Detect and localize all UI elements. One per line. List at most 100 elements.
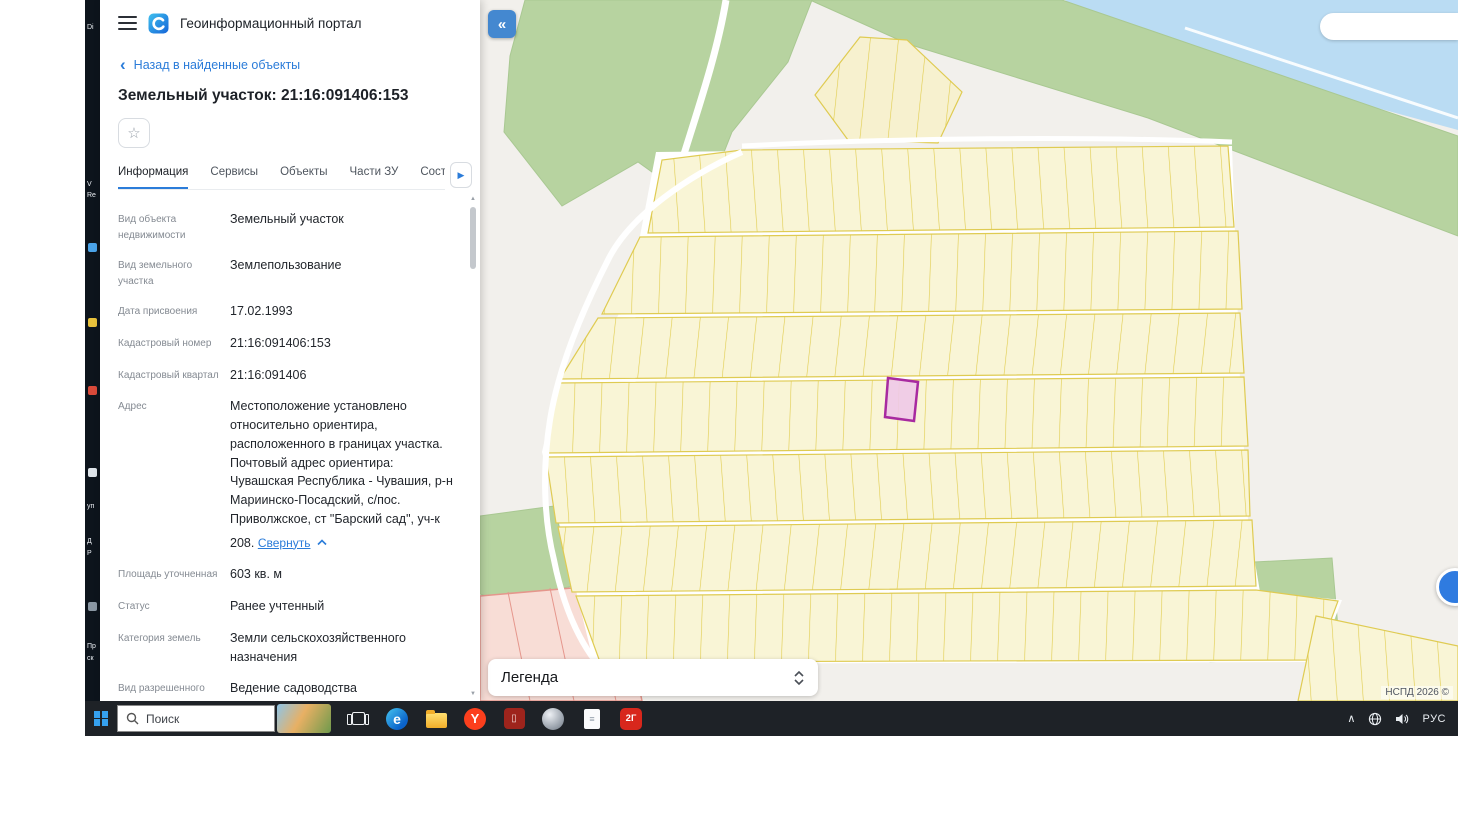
news-widget-thumbnail[interactable]: [277, 704, 331, 733]
tab-composition[interactable]: Состав: [420, 160, 445, 189]
taskbar: Поиск e Y ▯ ≡ 2Г ∧ РУС: [85, 701, 1458, 736]
attribute-label: Вид разрешенного использования: [118, 683, 205, 701]
desktop-edge-strip: Di V Re уп Д Р Пр ск: [85, 0, 100, 701]
attribute-value: 21:16:091406: [230, 367, 307, 382]
map-canvas[interactable]: « Легенда НСПД 2026 ©: [480, 0, 1458, 701]
back-link[interactable]: ‹ Назад в найденные объекты: [120, 55, 480, 75]
attribute-row: Категория земель Земли сельскохозяйствен…: [118, 629, 466, 667]
attribute-label: Категория земель: [118, 632, 201, 644]
tray-chevron-up-icon[interactable]: ∧: [1347, 712, 1355, 725]
attribute-row: Вид объекта недвижимости Земельный участ…: [118, 210, 466, 243]
tab-information[interactable]: Информация: [118, 160, 189, 189]
attribute-row: Адрес Местоположение установлено относит…: [118, 397, 466, 552]
system-tray: ∧ РУС: [1347, 712, 1458, 726]
attribute-label: Дата присвоения: [118, 306, 198, 317]
taskbar-search[interactable]: Поиск: [117, 705, 275, 732]
attribute-row: Статус Ранее учтенный: [118, 597, 466, 616]
tabs-row: Информация Сервисы Объекты Части ЗУ Сост…: [118, 160, 472, 190]
attribute-value: 21:16:091406:153: [230, 335, 331, 350]
tab-services[interactable]: Сервисы: [210, 160, 258, 189]
scrollbar-thumb[interactable]: [470, 207, 476, 269]
selected-parcel[interactable]: [883, 376, 920, 423]
attribute-row: Кадастровый квартал 21:16:091406: [118, 366, 466, 385]
attribute-value: Ранее учтенный: [230, 599, 325, 613]
taskbar-app-icons: e Y ▯ ≡ 2Г: [345, 705, 644, 733]
attribute-row: Вид разрешенного использования Ведение с…: [118, 679, 466, 701]
tab-bar: Информация Сервисы Объекты Части ЗУ Сост…: [118, 160, 445, 190]
panel-scrollbar[interactable]: ▲ ▼: [468, 196, 478, 697]
screen: Di V Re уп Д Р Пр ск Геоинформационный п…: [0, 0, 1458, 820]
task-view-icon[interactable]: [345, 705, 371, 733]
search-icon: [126, 712, 139, 725]
attribute-label: Кадастровый номер: [118, 337, 212, 349]
attribute-value: 603 кв. м: [230, 567, 282, 582]
desktop-label-fragment: Di: [87, 24, 94, 31]
desktop-label-fragment: Пр: [87, 643, 96, 650]
desktop-label-fragment: Д: [87, 538, 92, 545]
chevron-left-icon: ‹: [120, 55, 126, 75]
favorite-star-button[interactable]: ☆: [118, 118, 150, 148]
legend-panel[interactable]: Легенда: [488, 659, 818, 696]
desktop-label-fragment: уп: [87, 503, 95, 510]
attribute-label: Адрес: [118, 401, 147, 413]
legend-expand-icon[interactable]: [793, 670, 805, 686]
attribute-row: Вид земельного участка Землепользование: [118, 256, 466, 289]
desktop-label-fragment: V: [87, 181, 92, 188]
tab-parts-zu[interactable]: Части ЗУ: [350, 160, 399, 189]
desktop-label-fragment: Re: [87, 192, 96, 199]
info-panel: Геоинформационный портал ‹ Назад в найде…: [100, 0, 480, 701]
start-button[interactable]: [85, 701, 117, 736]
star-icon: ☆: [127, 125, 141, 142]
desktop-icon-fragment: [88, 243, 97, 252]
language-indicator[interactable]: РУС: [1422, 713, 1446, 725]
yandex-browser-icon[interactable]: Y: [462, 705, 488, 733]
attribute-value: Земли сельскохозяйственного назначения: [230, 630, 406, 664]
attribute-value: Землепользование: [230, 258, 342, 272]
globe-icon[interactable]: [1368, 712, 1382, 726]
portal-title: Геоинформационный портал: [180, 15, 362, 31]
desktop-icon-fragment: [88, 318, 97, 327]
attribute-label: Вид земельного участка: [118, 260, 193, 287]
panel-header: Геоинформационный портал: [100, 0, 480, 46]
desktop-icon-fragment: [88, 386, 97, 395]
attribute-label: Кадастровый квартал: [118, 369, 219, 381]
map-graphics: [480, 0, 1458, 701]
object-title: Земельный участок: 21:16:091406:153: [118, 87, 409, 104]
desktop-label-fragment: ск: [87, 655, 94, 662]
chevron-up-icon: [317, 539, 328, 546]
back-link-label: Назад в найденные объекты: [133, 58, 301, 72]
map-search-box[interactable]: [1320, 13, 1458, 40]
windows-logo-icon: [93, 711, 109, 726]
desktop-icon-fragment: [88, 468, 97, 477]
attribute-row: Площадь уточненная 603 кв. м: [118, 565, 466, 584]
legend-title: Легенда: [501, 669, 559, 686]
attribute-value: 17.02.1993: [230, 304, 293, 318]
attribute-row: Дата присвоения 17.02.1993: [118, 302, 466, 321]
attribute-label: Вид объекта недвижимости: [118, 214, 186, 241]
tab-objects[interactable]: Объекты: [280, 160, 327, 189]
hamburger-menu-button[interactable]: [118, 16, 137, 30]
tabs-scroll-right-button[interactable]: ▶: [450, 162, 472, 188]
file-explorer-icon[interactable]: [423, 705, 449, 733]
collapse-address-link[interactable]: Свернуть: [258, 534, 328, 552]
search-label: Поиск: [146, 711, 180, 726]
attribute-value: Земельный участок: [230, 212, 344, 226]
collapse-panel-button[interactable]: «: [488, 10, 516, 38]
attribute-row: Кадастровый номер 21:16:091406:153: [118, 334, 466, 353]
attributes-list: Вид объекта недвижимости Земельный участ…: [100, 196, 466, 701]
red-app-icon[interactable]: ▯: [501, 705, 527, 733]
edge-icon[interactable]: e: [384, 705, 410, 733]
desktop-label-fragment: Р: [87, 550, 92, 557]
scroll-up-arrow[interactable]: ▲: [468, 196, 478, 202]
red-badge-app-icon[interactable]: 2Г: [618, 705, 644, 733]
attribute-label: Статус: [118, 601, 150, 612]
gray-app-icon[interactable]: [540, 705, 566, 733]
attribute-label: Площадь уточненная: [118, 569, 218, 581]
map-attribution: НСПД 2026 ©: [1381, 686, 1453, 699]
scroll-down-arrow[interactable]: ▼: [468, 691, 478, 697]
geoportal-window: Геоинформационный портал ‹ Назад в найде…: [100, 0, 1458, 701]
attribute-value: Ведение садоводства: [230, 681, 357, 696]
desktop-icon-fragment: [88, 602, 97, 611]
document-app-icon[interactable]: ≡: [579, 705, 605, 733]
speaker-icon[interactable]: [1395, 713, 1409, 725]
